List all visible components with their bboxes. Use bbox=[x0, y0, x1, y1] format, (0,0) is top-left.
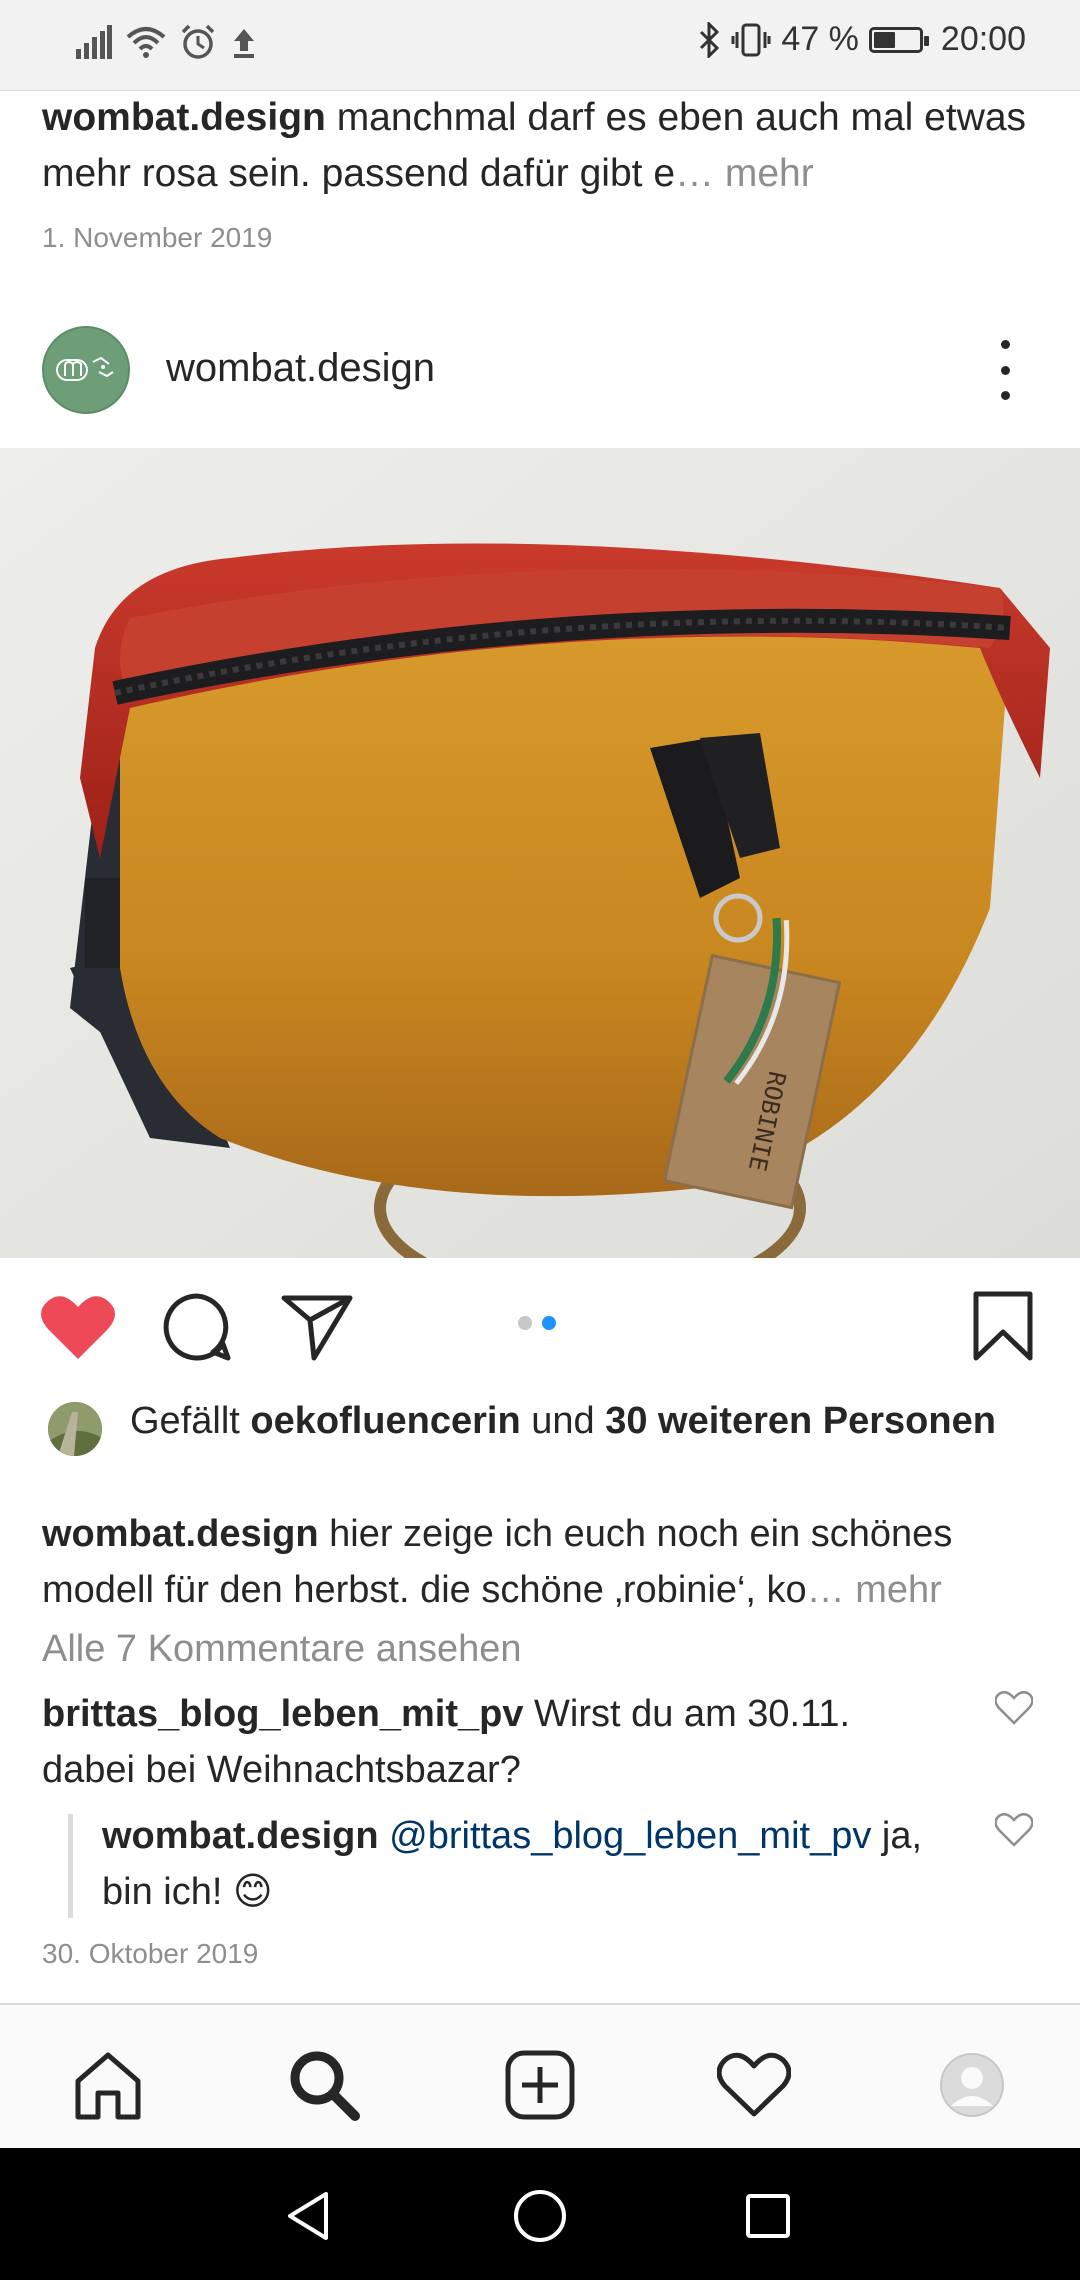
carousel-dot bbox=[518, 1316, 532, 1330]
search-icon[interactable] bbox=[284, 2045, 364, 2125]
status-icons-right: 47 % 20:00 bbox=[697, 20, 1026, 59]
post-author-avatar[interactable] bbox=[42, 326, 130, 414]
activity-heart-icon[interactable] bbox=[714, 2045, 794, 2125]
more-link[interactable]: … mehr bbox=[675, 152, 814, 195]
comment: brittas_blog_leben_mit_pv Wirst du am 30… bbox=[42, 1686, 942, 1798]
status-bar: 47 % 20:00 bbox=[0, 0, 1080, 91]
bookmark-icon[interactable] bbox=[968, 1288, 1038, 1364]
recents-icon[interactable] bbox=[744, 2192, 792, 2240]
comment-username[interactable]: brittas_blog_leben_mit_pv bbox=[42, 1693, 523, 1735]
add-post-icon[interactable] bbox=[500, 2045, 580, 2125]
reply-thread-line bbox=[68, 1814, 73, 1918]
like-heart-icon[interactable] bbox=[40, 1292, 116, 1362]
caption-username[interactable]: wombat.design bbox=[42, 96, 326, 139]
signal-icon bbox=[76, 25, 112, 59]
reply-like-heart-icon[interactable] bbox=[994, 1812, 1034, 1848]
previous-post-caption: wombat.design manchmal darf es eben auch… bbox=[42, 90, 1042, 202]
post-photo[interactable]: ROBINIE bbox=[0, 448, 1080, 1258]
home-circle-icon[interactable] bbox=[512, 2188, 568, 2244]
previous-post-date: 1. November 2019 bbox=[42, 222, 273, 253]
bottom-navigation bbox=[0, 2003, 1080, 2150]
reply-mention[interactable]: @brittas_blog_leben_mit_pv bbox=[379, 1815, 871, 1857]
battery-fill bbox=[873, 31, 895, 48]
share-icon[interactable] bbox=[280, 1292, 354, 1362]
comment-icon[interactable] bbox=[160, 1290, 234, 1364]
likes-prefix: Gefällt bbox=[130, 1400, 251, 1442]
post-caption: wombat.design hier zeige ich euch noch e… bbox=[42, 1506, 1052, 1618]
heart-icon bbox=[41, 1296, 115, 1359]
likes-others[interactable]: 30 weiteren Personen bbox=[605, 1400, 996, 1442]
system-navigation-bar bbox=[0, 2148, 1080, 2280]
likes-middle: und bbox=[520, 1400, 606, 1442]
reply-username[interactable]: wombat.design bbox=[102, 1815, 379, 1857]
clock: 20:00 bbox=[940, 20, 1026, 58]
battery-icon bbox=[868, 26, 929, 53]
status-icons-left bbox=[76, 24, 258, 60]
more-link[interactable]: … mehr bbox=[807, 1569, 942, 1611]
profile-avatar-icon[interactable] bbox=[932, 2045, 1012, 2125]
comment-like-heart-icon[interactable] bbox=[994, 1690, 1034, 1726]
more-options-icon[interactable] bbox=[990, 340, 1020, 400]
post-author-username[interactable]: wombat.design bbox=[166, 346, 435, 391]
home-icon[interactable] bbox=[68, 2045, 148, 2125]
alarm-icon bbox=[181, 24, 215, 59]
view-all-comments-link[interactable]: Alle 7 Kommentare ansehen bbox=[42, 1628, 522, 1671]
wombat-logo-icon bbox=[56, 356, 114, 381]
carousel-dot-active bbox=[542, 1316, 556, 1330]
wifi-icon bbox=[126, 27, 166, 58]
upload-icon bbox=[234, 29, 254, 58]
vibrate-icon bbox=[731, 23, 771, 56]
reply-comment: wombat.design @brittas_blog_leben_mit_pv… bbox=[102, 1808, 952, 1920]
battery-percent: 47 % bbox=[781, 20, 859, 58]
liker-avatar[interactable] bbox=[48, 1402, 102, 1456]
likes-summary[interactable]: Gefällt oekofluencerin und 30 weiteren P… bbox=[130, 1396, 1030, 1446]
back-icon[interactable] bbox=[284, 2190, 336, 2242]
liker-username[interactable]: oekofluencerin bbox=[250, 1400, 520, 1442]
carousel-indicator bbox=[518, 1316, 556, 1330]
bluetooth-icon bbox=[700, 21, 720, 58]
caption-username[interactable]: wombat.design bbox=[42, 1513, 319, 1555]
post-date: 30. Oktober 2019 bbox=[42, 1938, 259, 1969]
bag-photo-illustration: ROBINIE bbox=[0, 448, 1080, 1258]
